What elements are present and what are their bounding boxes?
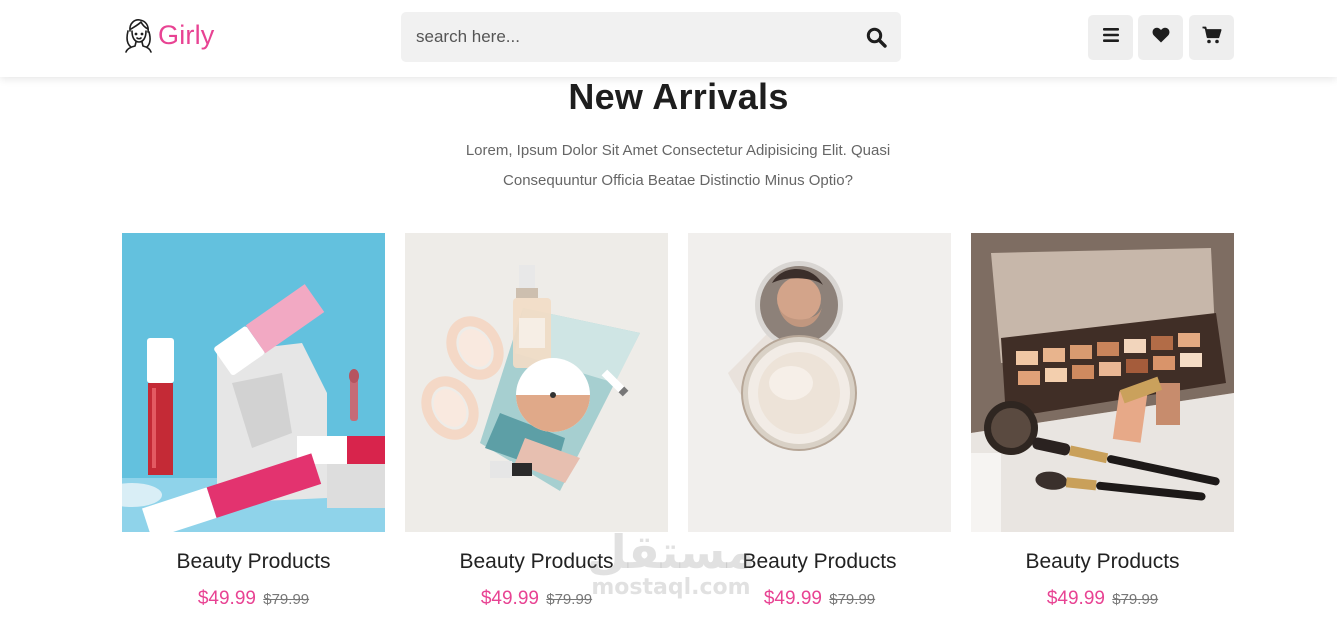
product-name[interactable]: Beauty Products <box>971 550 1234 574</box>
brand-name: Girly <box>158 19 215 50</box>
product-image-compact[interactable] <box>688 233 951 532</box>
menu-icon <box>1102 28 1119 47</box>
price-original: $79.99 <box>546 591 593 608</box>
section-title: New Arrivals <box>568 76 789 117</box>
product-card[interactable]: Beauty Products $49.99 $79.99 <box>122 233 385 610</box>
brand-logo[interactable]: Girly <box>122 16 215 54</box>
price-original: $79.99 <box>1112 591 1159 608</box>
price-original: $79.99 <box>263 591 310 608</box>
product-card[interactable]: Beauty Products $49.99 $79.99 <box>405 233 668 610</box>
product-image-palette[interactable] <box>971 233 1234 532</box>
description-line: Consequuntur Officia Beatae Distinctio M… <box>503 172 853 189</box>
product-price: $49.99 $79.99 <box>122 588 385 610</box>
search-bar <box>401 12 901 62</box>
product-name[interactable]: Beauty Products <box>122 550 385 574</box>
product-image-lipsticks[interactable] <box>122 233 385 532</box>
price-original: $79.99 <box>829 591 876 608</box>
product-price: $49.99 $79.99 <box>688 588 951 610</box>
cart-button[interactable] <box>1189 15 1234 60</box>
product-image-flatlay[interactable] <box>405 233 668 532</box>
search-input[interactable] <box>401 12 851 62</box>
search-icon[interactable] <box>851 12 901 62</box>
product-card[interactable]: Beauty Products $49.99 $79.99 <box>971 233 1234 610</box>
price-current: $49.99 <box>763 588 822 609</box>
product-price: $49.99 $79.99 <box>971 588 1234 610</box>
product-card[interactable]: Beauty Products $49.99 $79.99 <box>688 233 951 610</box>
product-price: $49.99 $79.99 <box>405 588 668 610</box>
menu-button[interactable] <box>1088 15 1133 60</box>
girl-face-icon <box>122 17 154 53</box>
product-name[interactable]: Beauty Products <box>688 550 951 574</box>
price-current: $49.99 <box>197 588 256 609</box>
price-current: $49.99 <box>480 588 539 609</box>
wishlist-button[interactable] <box>1138 15 1183 60</box>
product-name[interactable]: Beauty Products <box>405 550 668 574</box>
price-current: $49.99 <box>1046 588 1105 609</box>
heart-icon <box>1152 27 1170 48</box>
site-header: Girly <box>0 0 1337 77</box>
section-description: Lorem, Ipsum Dolor Sit Amet Consectetur … <box>428 136 928 196</box>
cart-icon <box>1202 26 1222 49</box>
description-line: Lorem, Ipsum Dolor Sit Amet Consectetur … <box>465 142 891 159</box>
